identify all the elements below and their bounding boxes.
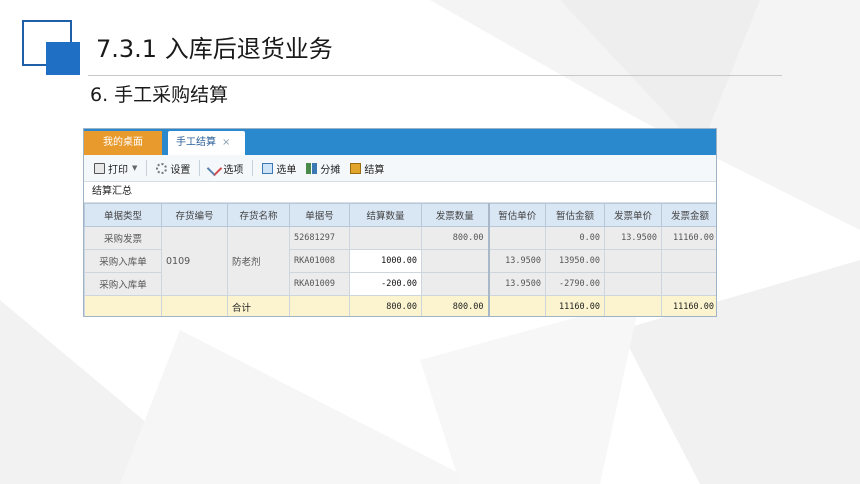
- cell-invoice-price[interactable]: [604, 249, 662, 273]
- slide-title: 7.3.1 入库后退货业务: [96, 35, 333, 63]
- column-header[interactable]: 发票金额: [661, 203, 716, 227]
- tab-manual-settlement[interactable]: 手工结算 ×: [168, 131, 245, 155]
- slide-subtitle: 6. 手工采购结算: [90, 84, 229, 106]
- options-button[interactable]: 选项: [205, 158, 247, 178]
- table-row[interactable]: 采购发票 0109 防老剂 52681297 800.00 0.00 13.95…: [84, 226, 716, 296]
- column-header[interactable]: 发票数量: [421, 203, 489, 227]
- corner-filled-square: [46, 42, 80, 75]
- cell-invoice-qty[interactable]: 800.00: [421, 226, 489, 250]
- tools-icon: [207, 160, 223, 176]
- allocate-button[interactable]: 分摊: [302, 158, 344, 178]
- tab-manual-settlement-label: 手工结算: [176, 137, 216, 148]
- cell-invoice-qty[interactable]: [421, 249, 489, 273]
- cell-doc-no[interactable]: 52681297: [289, 226, 350, 250]
- cell-invoice-price[interactable]: 13.9500: [604, 226, 662, 250]
- total-settle-qty: 800.00: [349, 295, 422, 316]
- settle-qty-input[interactable]: -200.00: [349, 272, 422, 296]
- cell-inventory-code[interactable]: 0109: [161, 226, 228, 296]
- column-header[interactable]: 存货编号: [161, 203, 228, 227]
- settle-qty-input[interactable]: 1000.00: [349, 249, 422, 273]
- cell-doc-no[interactable]: RKA01008: [289, 249, 350, 273]
- cell-doc-no[interactable]: RKA01009: [289, 272, 350, 296]
- total-row: 合计 800.00 800.00 11160.00 11160.00: [84, 295, 716, 316]
- chevron-down-icon[interactable]: ▼: [132, 164, 137, 172]
- tab-bar: 我的桌面 手工结算 ×: [84, 129, 716, 155]
- total-empty-cell: [289, 295, 350, 316]
- toolbar-divider: [199, 160, 201, 176]
- cell-est-price[interactable]: 13.9500: [487, 272, 546, 296]
- total-empty-cell: [84, 295, 162, 316]
- cell-doc-type[interactable]: 采购发票: [84, 226, 162, 250]
- cell-est-price[interactable]: [487, 226, 546, 250]
- select-doc-button[interactable]: 选单: [258, 158, 300, 178]
- app-window: 我的桌面 手工结算 × 打印 ▼ 设置 选项 选单 分摊 结算 结算汇总 单据类…: [83, 128, 717, 317]
- column-header[interactable]: 单据号: [289, 203, 350, 227]
- cell-est-amount[interactable]: -2790.00: [545, 272, 605, 296]
- gear-icon: [156, 162, 168, 174]
- total-invoice-amount: 11160.00: [661, 295, 716, 316]
- settle-label: 结算: [364, 164, 385, 176]
- document-icon: [262, 162, 274, 174]
- total-empty-cell: [161, 295, 228, 316]
- toolbar: 打印 ▼ 设置 选项 选单 分摊 结算: [84, 155, 716, 182]
- settings-label: 设置: [170, 164, 191, 176]
- total-empty-cell: [604, 295, 662, 316]
- toolbar-divider: [252, 160, 254, 176]
- toolbar-divider: [146, 160, 148, 176]
- total-invoice-qty: 800.00: [421, 295, 489, 316]
- column-header[interactable]: 存货名称: [227, 203, 290, 227]
- total-est-amount: 11160.00: [545, 295, 605, 316]
- settlement-summary-table: 单据类型 存货编号 存货名称 单据号 结算数量 发票数量 暂估单价 暂估金额 发…: [84, 203, 716, 316]
- settings-button[interactable]: 设置: [152, 158, 194, 178]
- cell-invoice-qty[interactable]: [421, 272, 489, 296]
- cell-invoice-amount[interactable]: [661, 272, 716, 296]
- table-header-row: 单据类型 存货编号 存货名称 单据号 结算数量 发票数量 暂估单价 暂估金额 发…: [84, 203, 716, 227]
- tab-my-desktop[interactable]: 我的桌面: [84, 131, 162, 155]
- tab-my-desktop-label: 我的桌面: [103, 137, 143, 148]
- cell-est-amount[interactable]: 0.00: [545, 226, 605, 250]
- total-label: 合计: [227, 295, 290, 316]
- column-header[interactable]: 暂估单价: [487, 203, 546, 227]
- options-label: 选项: [223, 164, 244, 176]
- select-doc-label: 选单: [276, 164, 297, 176]
- cell-inventory-name[interactable]: 防老剂: [227, 226, 290, 296]
- column-header[interactable]: 单据类型: [84, 203, 162, 227]
- title-divider: [88, 75, 782, 76]
- printer-icon: [94, 162, 105, 174]
- cell-settle-qty[interactable]: [349, 226, 422, 250]
- allocate-label: 分摊: [320, 164, 341, 176]
- cell-invoice-amount[interactable]: [661, 249, 716, 273]
- title-box: 7.3.1 入库后退货业务: [90, 31, 341, 67]
- cell-doc-type[interactable]: 采购入库单: [84, 249, 162, 273]
- settle-button[interactable]: 结算: [346, 158, 388, 178]
- print-label: 打印: [108, 164, 128, 176]
- close-icon[interactable]: ×: [222, 137, 230, 148]
- cell-est-price[interactable]: 13.9500: [487, 249, 546, 273]
- column-header[interactable]: 发票单价: [604, 203, 662, 227]
- column-header[interactable]: 暂估金额: [545, 203, 605, 227]
- settle-icon: [350, 162, 362, 174]
- total-empty-cell: [487, 295, 546, 316]
- cell-invoice-amount[interactable]: 11160.00: [661, 226, 716, 250]
- print-button[interactable]: 打印 ▼: [90, 158, 141, 178]
- cell-est-amount[interactable]: 13950.00: [545, 249, 605, 273]
- cell-invoice-price[interactable]: [604, 272, 662, 296]
- section-title: 结算汇总: [84, 182, 716, 203]
- column-header[interactable]: 结算数量: [349, 203, 422, 227]
- cell-doc-type[interactable]: 采购入库单: [84, 272, 162, 296]
- allocate-icon: [306, 162, 318, 174]
